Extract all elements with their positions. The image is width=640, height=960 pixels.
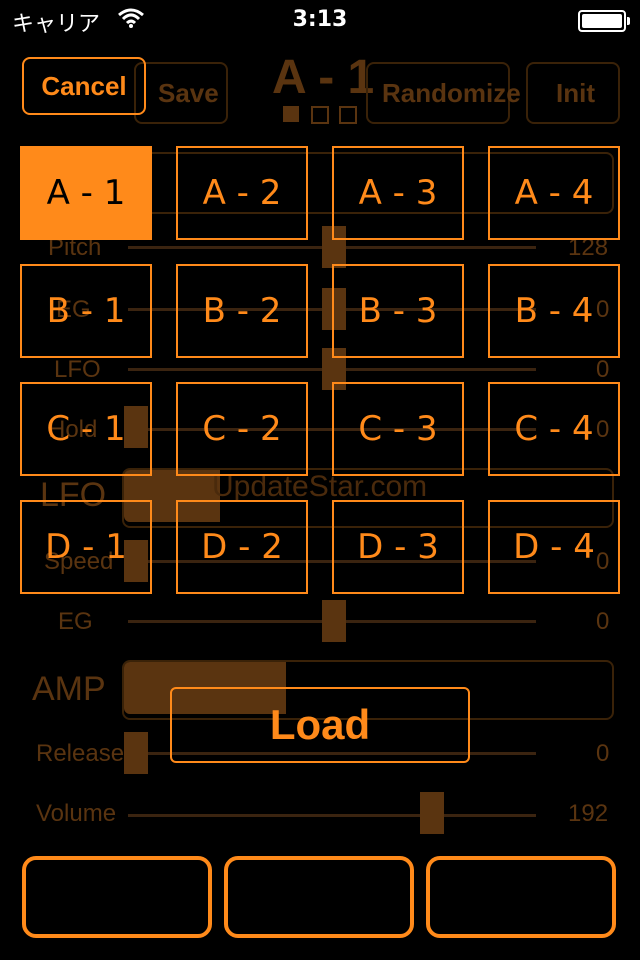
patch-d1[interactable]: D - 1 [20,500,152,594]
patch-b2[interactable]: B - 2 [176,264,308,358]
volume-value: 192 [568,800,609,827]
page-dot [311,106,329,124]
page-title: A - 1 [272,51,375,104]
cancel-button[interactable]: Cancel [22,57,146,115]
save-button[interactable]: Save [158,78,219,109]
patch-c1[interactable]: C - 1 [20,382,152,476]
patch-b3[interactable]: B - 3 [332,264,464,358]
patch-a2[interactable]: A - 2 [176,146,308,240]
patch-d4[interactable]: D - 4 [488,500,620,594]
patch-b4[interactable]: B - 4 [488,264,620,358]
amp-section-title: AMP [32,670,106,708]
bottom-button-1[interactable] [22,856,212,938]
patch-c3[interactable]: C - 3 [332,382,464,476]
eg2-slider[interactable] [322,600,346,642]
page-dot-active [283,106,299,122]
patch-c2[interactable]: C - 2 [176,382,308,476]
background-editor: Save A - 1 Randomize Init Pitch 128 EG 0… [0,0,640,960]
eg2-value: 0 [596,608,610,635]
lfo-label: LFO [54,356,101,383]
patch-a1[interactable]: A - 1 [20,146,152,240]
patch-d2[interactable]: D - 2 [176,500,308,594]
patch-c4[interactable]: C - 4 [488,382,620,476]
page-dot [339,106,357,124]
patch-b1[interactable]: B - 1 [20,264,152,358]
release-value: 0 [596,740,610,767]
bottom-button-3[interactable] [426,856,616,938]
patch-d3[interactable]: D - 3 [332,500,464,594]
init-button[interactable]: Init [556,78,595,109]
volume-label: Volume [36,800,117,827]
lfo-value: 0 [596,356,610,383]
patch-a4[interactable]: A - 4 [488,146,620,240]
randomize-button[interactable]: Randomize [382,78,521,109]
bottom-button-2[interactable] [224,856,414,938]
load-button[interactable]: Load [170,687,470,763]
release-label: Release [36,740,125,767]
release-slider[interactable] [124,732,148,774]
patch-a3[interactable]: A - 3 [332,146,464,240]
volume-slider[interactable] [420,792,444,834]
eg2-label: EG [58,608,93,635]
